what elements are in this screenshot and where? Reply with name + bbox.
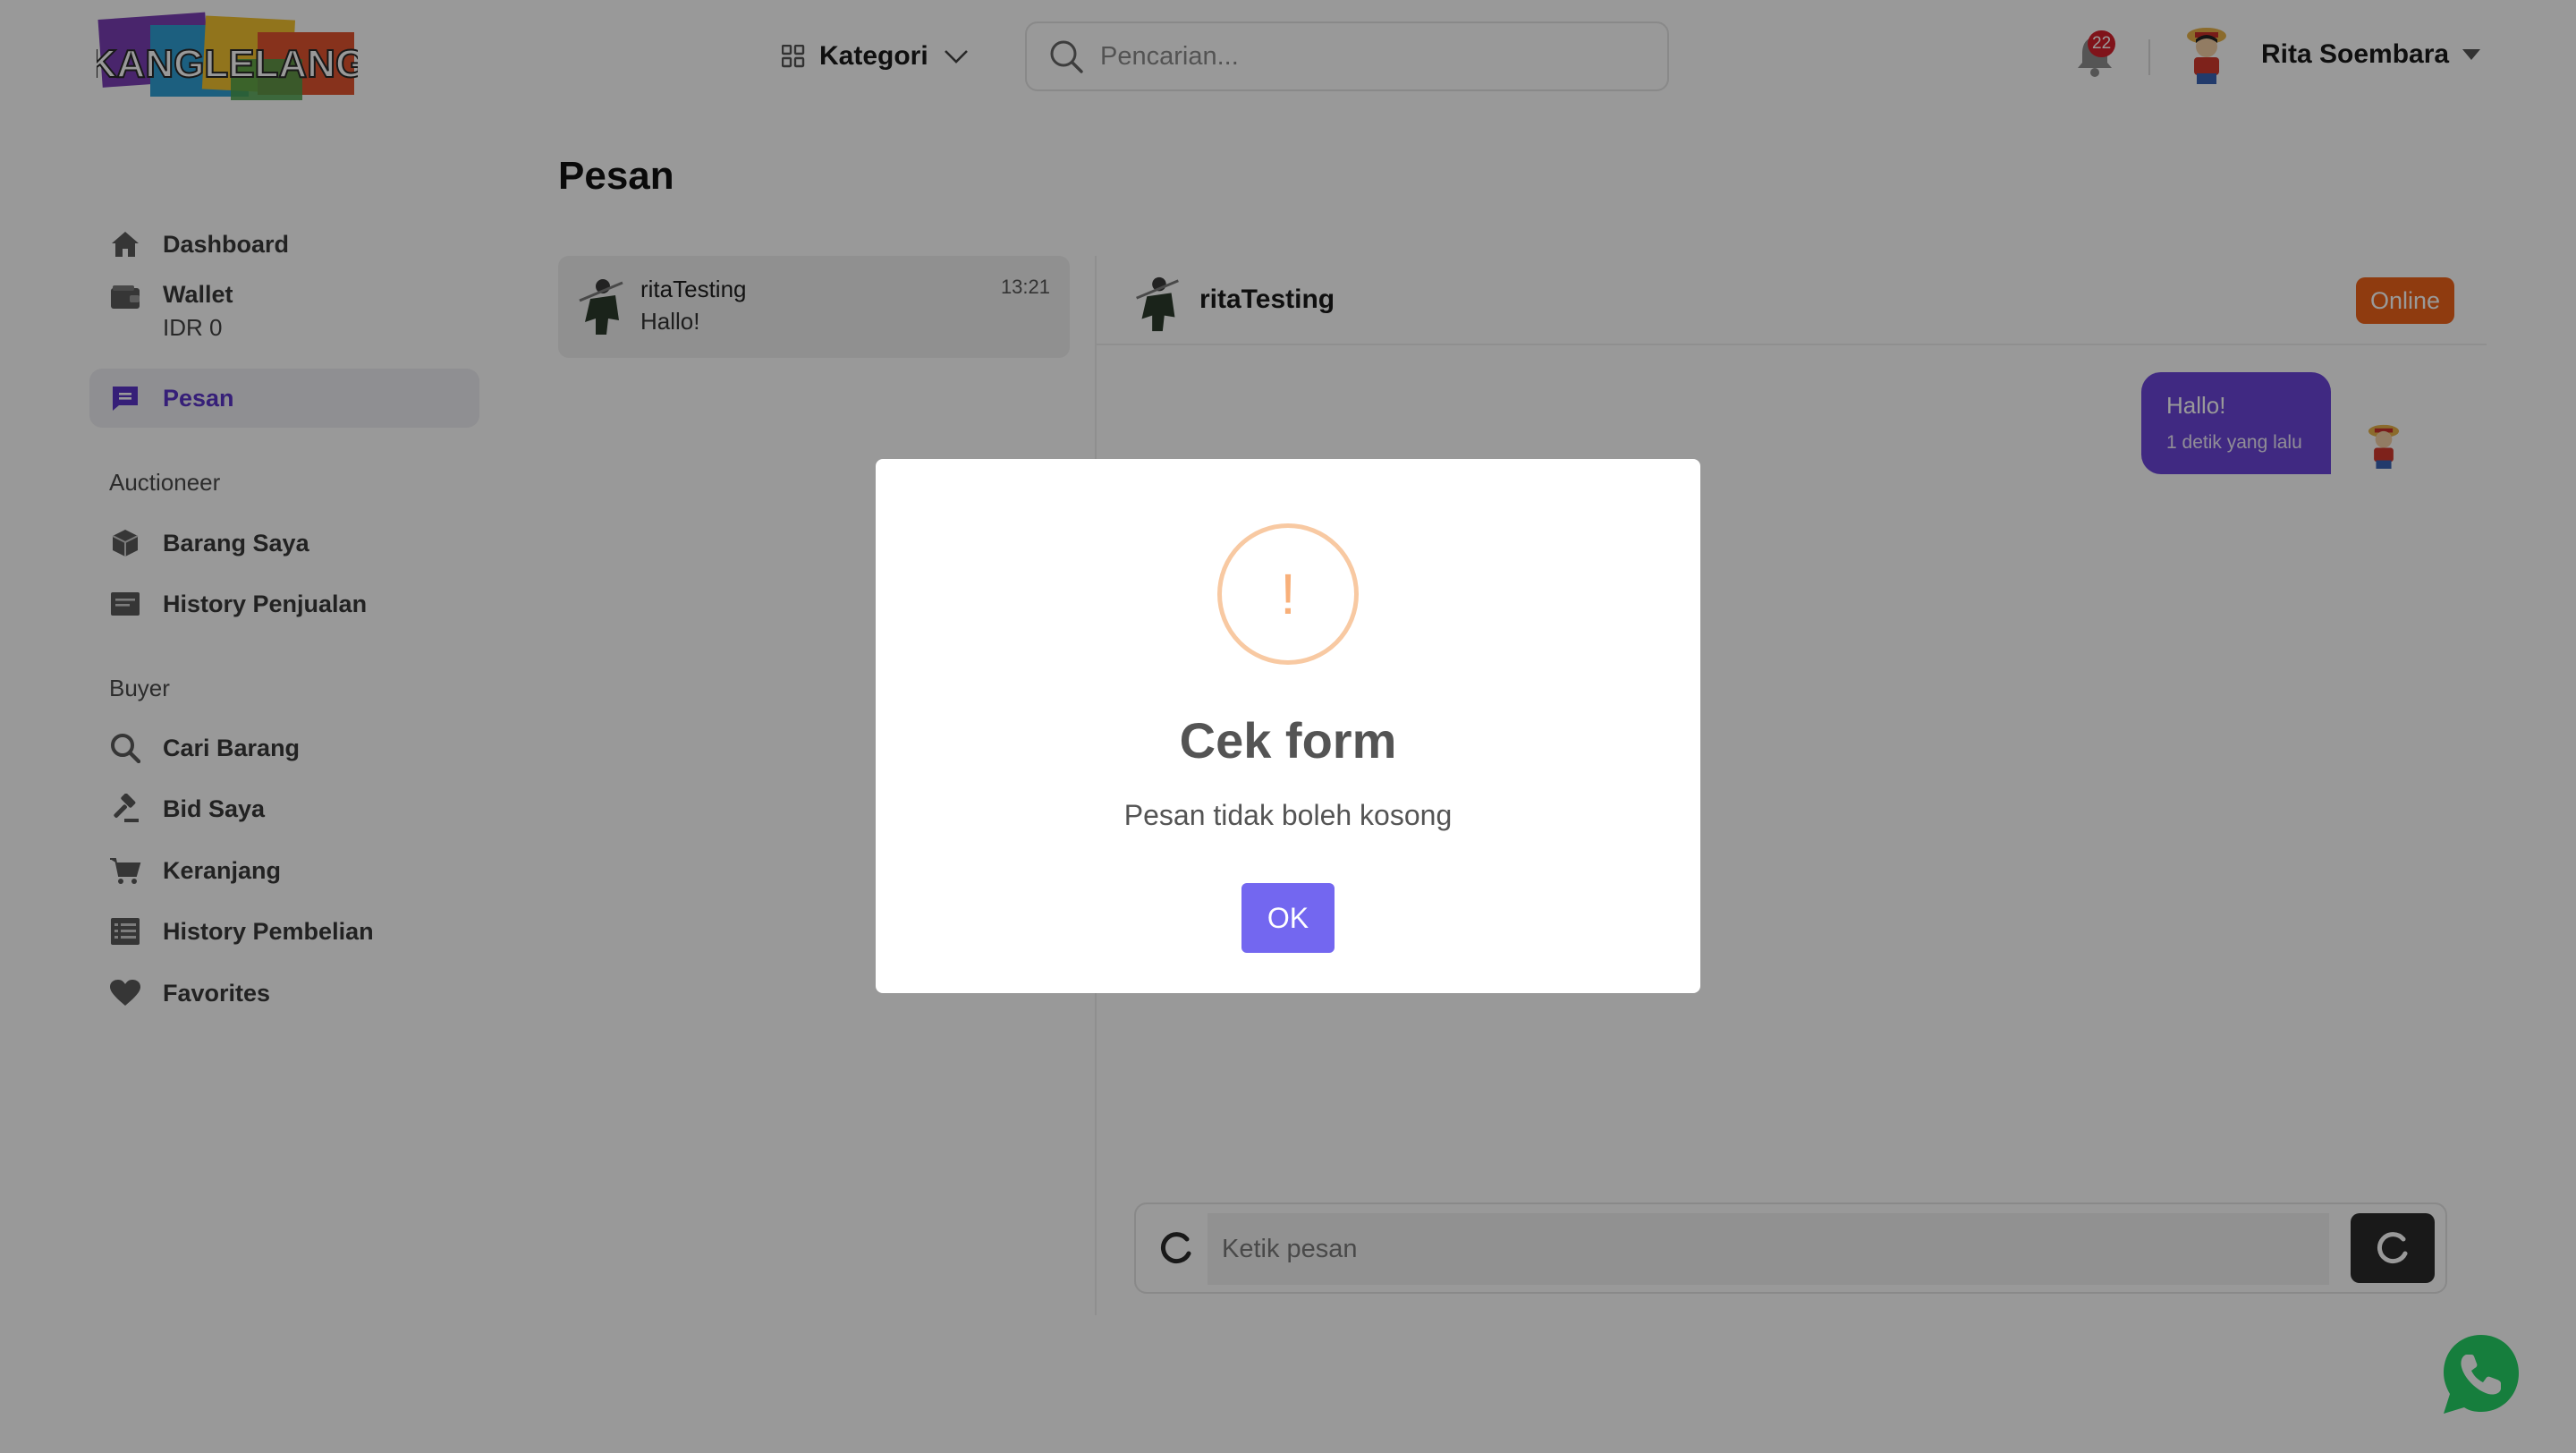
alert-dialog: ! Cek form Pesan tidak boleh kosong OK [876, 459, 1700, 993]
ok-button[interactable]: OK [1241, 883, 1335, 953]
dialog-message: Pesan tidak boleh kosong [1123, 799, 1453, 831]
dialog-title: Cek form [1179, 712, 1397, 769]
warning-icon: ! [1217, 523, 1359, 665]
page: KANGLELANG Kategori 22 [0, 0, 2576, 1453]
